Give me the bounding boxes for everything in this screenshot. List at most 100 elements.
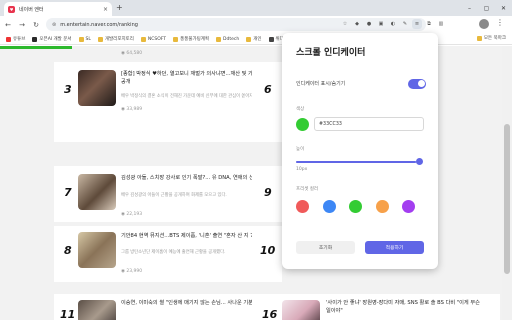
height-label: 높이 bbox=[296, 147, 305, 152]
article-thumbnail[interactable] bbox=[78, 174, 116, 210]
bookmark-favicon-icon bbox=[173, 36, 179, 42]
ranking-card[interactable]: 16 '사이가 안 좋냐' 장원영-장다미 자매, SNS 활로 솔 BS 다비… bbox=[252, 294, 500, 320]
scroll-indicator-extension-icon[interactable]: ≡ bbox=[412, 19, 422, 29]
scroll-progress-indicator bbox=[0, 46, 72, 49]
new-tab-button[interactable]: + bbox=[116, 3, 123, 12]
all-bookmarks-folder[interactable]: 모든 북마크 bbox=[476, 35, 506, 41]
extension-icon[interactable]: ◆ bbox=[352, 19, 362, 29]
article-summary: 배우 김성광의 아들이 근황을 공개하며 화제를 모으고 있다. bbox=[121, 193, 227, 198]
extension-icon[interactable]: ▣ bbox=[376, 19, 386, 29]
ranking-card[interactable]: 10 bbox=[252, 226, 282, 282]
ranking-card[interactable]: 11 이승연, 이미숙의 썰 "인생에 매기지 않는 손님... 사나운 기분"… bbox=[54, 294, 274, 320]
rank-number: 3 bbox=[64, 83, 72, 96]
scrollbar-thumb[interactable] bbox=[504, 124, 510, 274]
article-title[interactable]: [종합] 박정식 ♥하던, 열고보니 재벌가 의사냐면...재산 및 가족관계 … bbox=[121, 70, 271, 86]
preset-colors-label: 프리셋 컬러 bbox=[296, 187, 319, 192]
article-title[interactable]: 김성광 아들, 스치장 강사로 인기 폭발?... 유 DNA, 연애의 신호 … bbox=[121, 174, 271, 182]
back-button[interactable]: ← bbox=[2, 21, 14, 29]
minimize-button[interactable]: – bbox=[461, 0, 478, 16]
ranking-card[interactable]: 7 김성광 아들, 스치장 강사로 인기 폭발?... 유 DNA, 연애의 신… bbox=[54, 166, 274, 222]
color-label: 색상 bbox=[296, 107, 305, 112]
preset-color-green[interactable] bbox=[349, 200, 362, 213]
bookmark-favicon-icon bbox=[140, 36, 146, 42]
article-title[interactable]: 이승연, 이미숙의 썰 "인생에 매기지 않는 손님... 사나운 기분" 밝혀 bbox=[121, 299, 271, 307]
ranking-card[interactable]: 6 bbox=[252, 62, 282, 142]
site-info-icon[interactable]: ⊜ bbox=[52, 22, 56, 28]
forward-button[interactable]: → bbox=[16, 21, 28, 29]
extension-icon[interactable]: ✎ bbox=[400, 19, 410, 29]
view-count: ◉ 22,193 bbox=[121, 212, 143, 217]
preset-color-blue[interactable] bbox=[322, 200, 336, 213]
indicator-toggle-row: 인디케이터 표시/숨기기 bbox=[294, 77, 426, 90]
sidebar-icon[interactable]: ▥ bbox=[436, 19, 446, 29]
browser-menu-icon[interactable]: ⋮ bbox=[496, 18, 504, 27]
ranking-card[interactable]: 8 기안84 현역 뮤지션...BTS 제이홉, '니혼' 출연 "혼자 산 지… bbox=[54, 226, 274, 282]
bookmark-item[interactable]: 오픈AI 개발 문서 bbox=[32, 36, 72, 42]
article-thumbnail[interactable] bbox=[78, 70, 116, 106]
color-swatch[interactable] bbox=[296, 118, 309, 131]
preset-color-purple[interactable] bbox=[402, 200, 415, 213]
bookmark-favicon-icon bbox=[268, 36, 274, 42]
bookmark-favicon-icon bbox=[6, 36, 11, 42]
article-thumbnail[interactable] bbox=[78, 300, 116, 320]
bookmark-item[interactable]: NCSOFT bbox=[140, 36, 166, 42]
bookmark-item[interactable]: 개인 bbox=[246, 36, 262, 42]
scroll-indicator-popup: 스크롤 인디케이터 인디케이터 표시/숨기기 색상 #33CC33 높이 10p… bbox=[282, 33, 438, 269]
bookmark-favicon-icon bbox=[78, 36, 84, 42]
bookmark-item[interactable]: 풍풍풀가팅계획 bbox=[173, 36, 209, 42]
article-thumbnail[interactable] bbox=[282, 300, 320, 320]
rank-number: 8 bbox=[64, 244, 72, 257]
bookmark-star-icon[interactable]: ☆ bbox=[340, 19, 350, 29]
page-scrollbar[interactable] bbox=[502, 46, 512, 320]
extension-icon[interactable]: ● bbox=[364, 19, 374, 29]
preset-color-orange[interactable] bbox=[375, 200, 389, 213]
article-summary: 배우 박정식의 결혼 소식이 전해진 가운데 예비 신부에 대한 관심이 쏟아지… bbox=[121, 94, 268, 99]
article-thumbnail[interactable] bbox=[78, 232, 116, 268]
view-count: ◉ 33,989 bbox=[121, 107, 143, 112]
ranking-card[interactable]: 9 bbox=[252, 166, 282, 222]
rank-number: 7 bbox=[64, 186, 72, 199]
ranking-card[interactable]: 3 [종합] 박정식 ♥하던, 열고보니 재벌가 의사냐면...재산 및 가족관… bbox=[54, 62, 274, 142]
profile-avatar[interactable] bbox=[479, 19, 489, 29]
preset-color-red[interactable] bbox=[296, 200, 309, 213]
extensions-puzzle-icon[interactable]: ⧉ bbox=[424, 19, 434, 29]
browser-tab[interactable]: ♥ 네이버 엔터 × bbox=[4, 2, 112, 16]
height-value: 10px bbox=[296, 167, 308, 172]
view-count: ◉ 23,990 bbox=[121, 269, 143, 274]
bookmark-item[interactable]: 개발리포지토리 bbox=[97, 36, 134, 42]
height-slider-fill bbox=[296, 161, 417, 163]
indicator-visibility-toggle[interactable] bbox=[408, 78, 426, 89]
maximize-button[interactable]: ▢ bbox=[478, 0, 495, 16]
extension-icons: ☆ ◆ ● ▣ ◐ ✎ ≡ ⧉ ▥ bbox=[340, 19, 446, 29]
bookmark-item[interactable]: 유튜브 bbox=[6, 36, 25, 42]
rank-number: 11 bbox=[60, 308, 76, 320]
rank-number: 10 bbox=[260, 244, 276, 257]
url-text: m.entertain.naver.com/ranking bbox=[60, 21, 138, 28]
height-slider-thumb[interactable] bbox=[416, 158, 423, 165]
apply-button[interactable]: 적용하기 bbox=[365, 241, 424, 254]
naver-favicon-icon: ♥ bbox=[8, 5, 15, 13]
preset-color-row bbox=[296, 200, 415, 213]
toggle-knob bbox=[417, 80, 425, 87]
folder-icon bbox=[476, 35, 482, 41]
close-tab-icon[interactable]: × bbox=[103, 6, 108, 13]
tab-title: 네이버 엔터 bbox=[19, 6, 44, 13]
close-window-button[interactable]: ✕ bbox=[495, 0, 512, 16]
article-title[interactable]: '사이가 안 좋냐' 장원영-장다미 자매, SNS 활로 솔 BS 다비 "이… bbox=[326, 299, 486, 315]
reset-button[interactable]: 초기화 bbox=[296, 241, 355, 254]
popup-title: 스크롤 인디케이터 bbox=[296, 48, 366, 58]
bookmark-favicon-icon bbox=[216, 36, 222, 42]
bookmark-favicon-icon bbox=[246, 36, 252, 42]
extension-icon[interactable]: ◐ bbox=[388, 19, 398, 29]
color-hex-input[interactable]: #33CC33 bbox=[314, 117, 424, 131]
popup-buttons: 초기화 적용하기 bbox=[296, 241, 424, 254]
view-count: ◉ 64,580 bbox=[121, 51, 143, 56]
reload-button[interactable]: ↻ bbox=[30, 21, 42, 29]
bookmark-item[interactable]: SL bbox=[78, 36, 91, 42]
toggle-label: 인디케이터 표시/숨기기 bbox=[296, 81, 346, 87]
height-slider-track[interactable] bbox=[296, 161, 420, 163]
article-summary: 그룹 방탄소년단 제이홉이 예능에 출연해 근황을 공개했다. bbox=[121, 250, 226, 255]
bookmark-item[interactable]: Ddtech bbox=[216, 36, 239, 42]
bookmark-favicon-icon bbox=[97, 36, 103, 42]
article-title[interactable]: 기안84 현역 뮤지션...BTS 제이홉, '니혼' 출연 "혼자 산 지 7… bbox=[121, 232, 271, 240]
